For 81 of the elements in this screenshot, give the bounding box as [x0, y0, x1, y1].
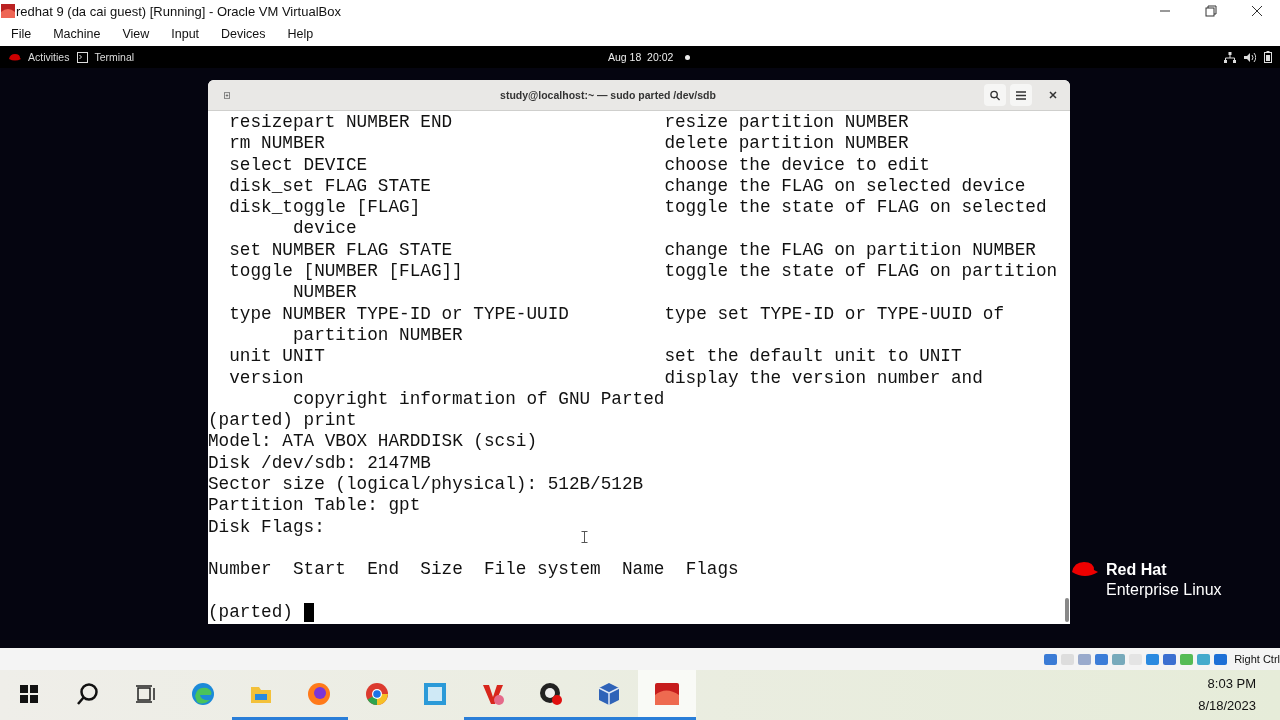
host-key-label: Right Ctrl: [1234, 653, 1280, 665]
browser-icon: [365, 681, 389, 706]
command-text: resizepart NUMBER END: [229, 112, 454, 134]
device-icon[interactable]: [1213, 651, 1229, 667]
logo-text: Enterprise Linux: [1106, 580, 1222, 600]
browser-icon: [191, 681, 215, 706]
menu-button[interactable]: [1010, 84, 1032, 106]
clock[interactable]: Aug 18 20:02: [608, 51, 674, 63]
description-text: toggle the state of FLAG on selected: [664, 197, 1047, 219]
output-line: Model: ATA VBOX HARDDISK (scsi): [208, 431, 538, 453]
output-line: Disk Flags:: [208, 516, 325, 538]
browser-icon: [307, 681, 331, 706]
app-icon: [423, 681, 447, 706]
device-icon[interactable]: [1111, 651, 1127, 667]
description-text: copyright information of GNU Parted: [292, 388, 665, 411]
clock-time: 8:03 PM: [1207, 675, 1256, 693]
close-icon: [1049, 91, 1057, 99]
volume-icon[interactable]: [1244, 51, 1256, 63]
activities-button[interactable]: Activities: [8, 51, 70, 63]
description-text: resize partition NUMBER: [664, 112, 909, 134]
device-icon[interactable]: [1145, 651, 1161, 667]
description-text: type set TYPE-ID or TYPE-UUID of: [664, 303, 1005, 325]
command-text: set NUMBER FLAG STATE: [229, 239, 454, 262]
command-text: disk_set FLAG STATE: [229, 175, 432, 198]
description-text: partition NUMBER: [292, 324, 463, 347]
menu-item[interactable]: Devices: [213, 27, 274, 41]
search-icon: [990, 89, 1000, 101]
terminal-icon: [77, 51, 89, 63]
description-text: toggle the state of FLAG on partition: [664, 261, 1058, 283]
text-cursor-icon: [581, 531, 588, 543]
command-text: disk_toggle [FLAG]: [229, 197, 422, 219]
output-line: Sector size (logical/physical): 512B/512B: [208, 474, 644, 496]
search-button[interactable]: [984, 84, 1006, 106]
device-icon[interactable]: [1179, 651, 1195, 667]
restore-icon[interactable]: [1205, 5, 1217, 17]
logo-text: Red Hat: [1106, 560, 1168, 580]
output-line: (parted) print: [208, 410, 357, 432]
menu-item[interactable]: Input: [163, 27, 208, 41]
network-icon[interactable]: [1224, 51, 1236, 63]
device-icon[interactable]: [1043, 651, 1059, 667]
menu-item[interactable]: Help: [279, 27, 322, 41]
notification-dot: [685, 54, 691, 60]
output-line: Number Start End Size File system Name Flags: [208, 559, 739, 581]
prompt-text: (parted): [208, 601, 293, 624]
description-text: NUMBER: [292, 282, 357, 304]
command-text: unit UNIT: [229, 346, 326, 368]
search-icon: [75, 681, 99, 706]
cube-icon: [597, 681, 621, 706]
output-line: Disk /dev/sdb: 2147MB: [208, 452, 431, 475]
command-text: version: [229, 367, 305, 389]
scrollbar[interactable]: [1065, 598, 1069, 622]
app-icon: [0, 3, 16, 19]
clock-date: 8/18/2023: [1198, 697, 1256, 715]
description-text: device: [292, 218, 357, 240]
output-line: Partition Table: gpt: [208, 495, 421, 517]
app-menu[interactable]: Terminal: [77, 51, 135, 63]
description-text: change the FLAG on partition NUMBER: [664, 239, 1036, 262]
close-icon[interactable]: [1251, 5, 1263, 17]
record-icon: [539, 681, 563, 706]
device-icon[interactable]: [1196, 651, 1212, 667]
hat-icon: [8, 52, 22, 62]
battery-icon[interactable]: [1264, 51, 1272, 63]
new-tab-icon: [224, 89, 230, 101]
device-icon[interactable]: [1162, 651, 1178, 667]
app-icon: [654, 681, 680, 706]
menu-item[interactable]: Machine: [45, 27, 109, 41]
command-text: toggle [NUMBER [FLAG]]: [229, 261, 464, 283]
description-text: delete partition NUMBER: [664, 133, 909, 155]
command-text: rm NUMBER: [229, 133, 326, 155]
command-text: type NUMBER TYPE-ID or TYPE-UUID: [229, 303, 570, 325]
description-text: change the FLAG on selected device: [664, 175, 1026, 198]
description-text: choose the device to edit: [664, 154, 930, 176]
command-text: select DEVICE: [229, 154, 369, 176]
device-icon[interactable]: [1094, 651, 1110, 667]
window-title: redhat 9 (da cai guest) [Running] - Oracle VM VirtualBox: [16, 3, 342, 19]
window-title: study@localhost:~ — sudo parted /dev/sdb: [499, 89, 717, 101]
menu-icon: [1016, 90, 1026, 100]
menu-item[interactable]: View: [114, 27, 158, 41]
description-text: display the version number and: [664, 367, 983, 389]
menu-item[interactable]: File: [3, 27, 40, 41]
description-text: set the default unit to UNIT: [664, 346, 962, 368]
